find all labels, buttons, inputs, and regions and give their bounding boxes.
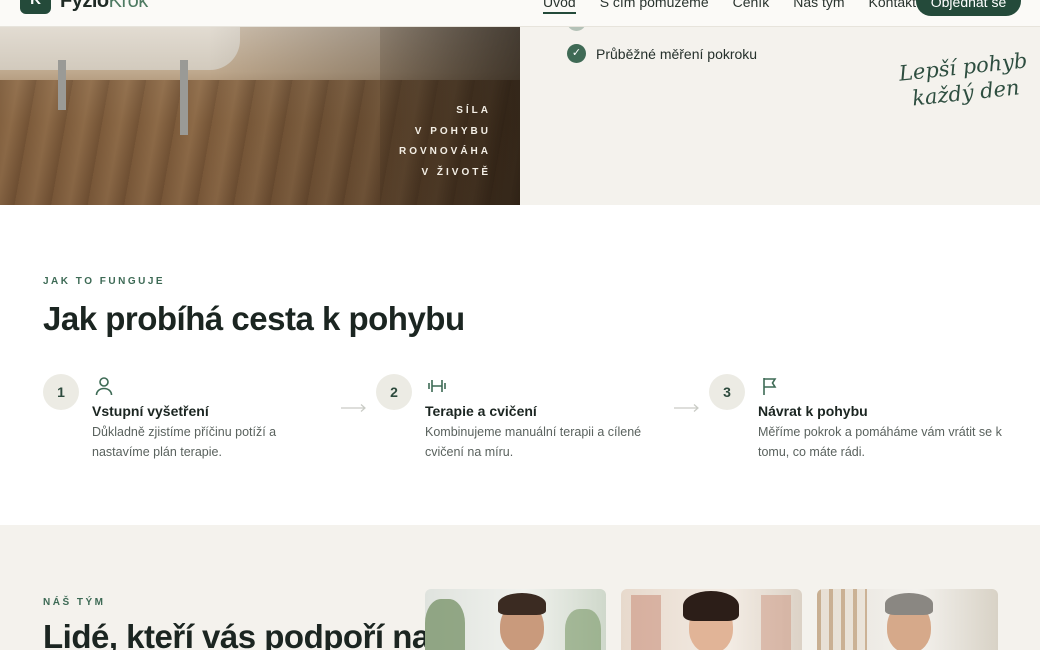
team-section: NÁŠ TÝM Lidé, kteří vás podpoří na	[0, 525, 1040, 650]
nav-item-services[interactable]: S čím pomůžeme	[600, 0, 709, 14]
user-icon	[95, 377, 113, 396]
main-nav: Úvod S čím pomůžeme Ceník Náš tým Kontak…	[543, 0, 916, 14]
site-header: K FyzioKrok Úvod S čím pomůžeme Ceník Ná…	[0, 0, 1040, 27]
logo-wordmark[interactable]: FyzioKrok	[60, 0, 148, 13]
hero-word: V ŽIVOTĚ	[421, 166, 491, 178]
logo-name-accent: Krok	[108, 0, 149, 12]
hero-image: SÍLA V POHYBU ROVNOVÁHA V ŽIVOTĚ	[0, 0, 520, 205]
arrow-right-icon	[341, 404, 366, 412]
nav-item-contact[interactable]: Kontakt	[869, 0, 916, 14]
team-member-photo[interactable]	[621, 589, 802, 650]
step-number: 2	[376, 374, 412, 410]
step-number: 3	[709, 374, 745, 410]
dumbbell-icon	[428, 380, 446, 392]
handwritten-slogan: Lepší pohyb každý den	[898, 47, 1032, 112]
nav-item-team[interactable]: Náš tým	[793, 0, 844, 14]
arrow-right-icon	[674, 404, 699, 412]
logo-name-main: Fyzio	[60, 0, 109, 12]
hero-word: ROVNOVÁHA	[398, 146, 491, 157]
step-description: Důkladně zjistíme příčinu potíží a nasta…	[92, 425, 277, 459]
checklist-item: ✓ Průběžné měření pokroku	[567, 44, 757, 63]
step-number: 1	[43, 374, 79, 410]
team-member-photo[interactable]	[817, 589, 998, 650]
step-title: Terapie a cvičení	[425, 403, 537, 419]
team-member-photo[interactable]	[425, 589, 606, 650]
hero-tagline: SÍLA V POHYBU ROVNOVÁHA V ŽIVOTĚ	[399, 101, 491, 183]
step-description: Měříme pokrok a pomáháme vám vrátit se k…	[758, 425, 1002, 459]
section-eyebrow: NÁŠ TÝM	[43, 597, 106, 608]
book-appointment-button[interactable]: Objednat se	[916, 0, 1021, 16]
flag-icon	[763, 378, 777, 395]
hero-info-panel: ✓ Domácí cvičení ve videích ✓ Průběžné m…	[520, 0, 1040, 205]
nav-item-pricing[interactable]: Ceník	[733, 0, 770, 14]
logo-mark[interactable]: K	[20, 0, 51, 14]
hero-word: V POHYBU	[414, 125, 491, 137]
step-title: Vstupní vyšetření	[92, 403, 209, 419]
hero-word: SÍLA	[456, 105, 491, 116]
section-title: Jak probíhá cesta k pohybu	[43, 300, 465, 337]
section-eyebrow: JAK TO FUNGUJE	[43, 276, 166, 287]
check-icon: ✓	[567, 44, 586, 63]
step-title: Návrat k pohybu	[758, 403, 868, 419]
nav-item-uvod[interactable]: Úvod	[543, 0, 576, 14]
step-description: Kombinujeme manuální terapii a cílené cv…	[425, 425, 642, 459]
checklist-item-label: Průběžné měření pokroku	[596, 45, 758, 62]
section-title: Lidé, kteří vás podpoří na	[43, 618, 430, 650]
